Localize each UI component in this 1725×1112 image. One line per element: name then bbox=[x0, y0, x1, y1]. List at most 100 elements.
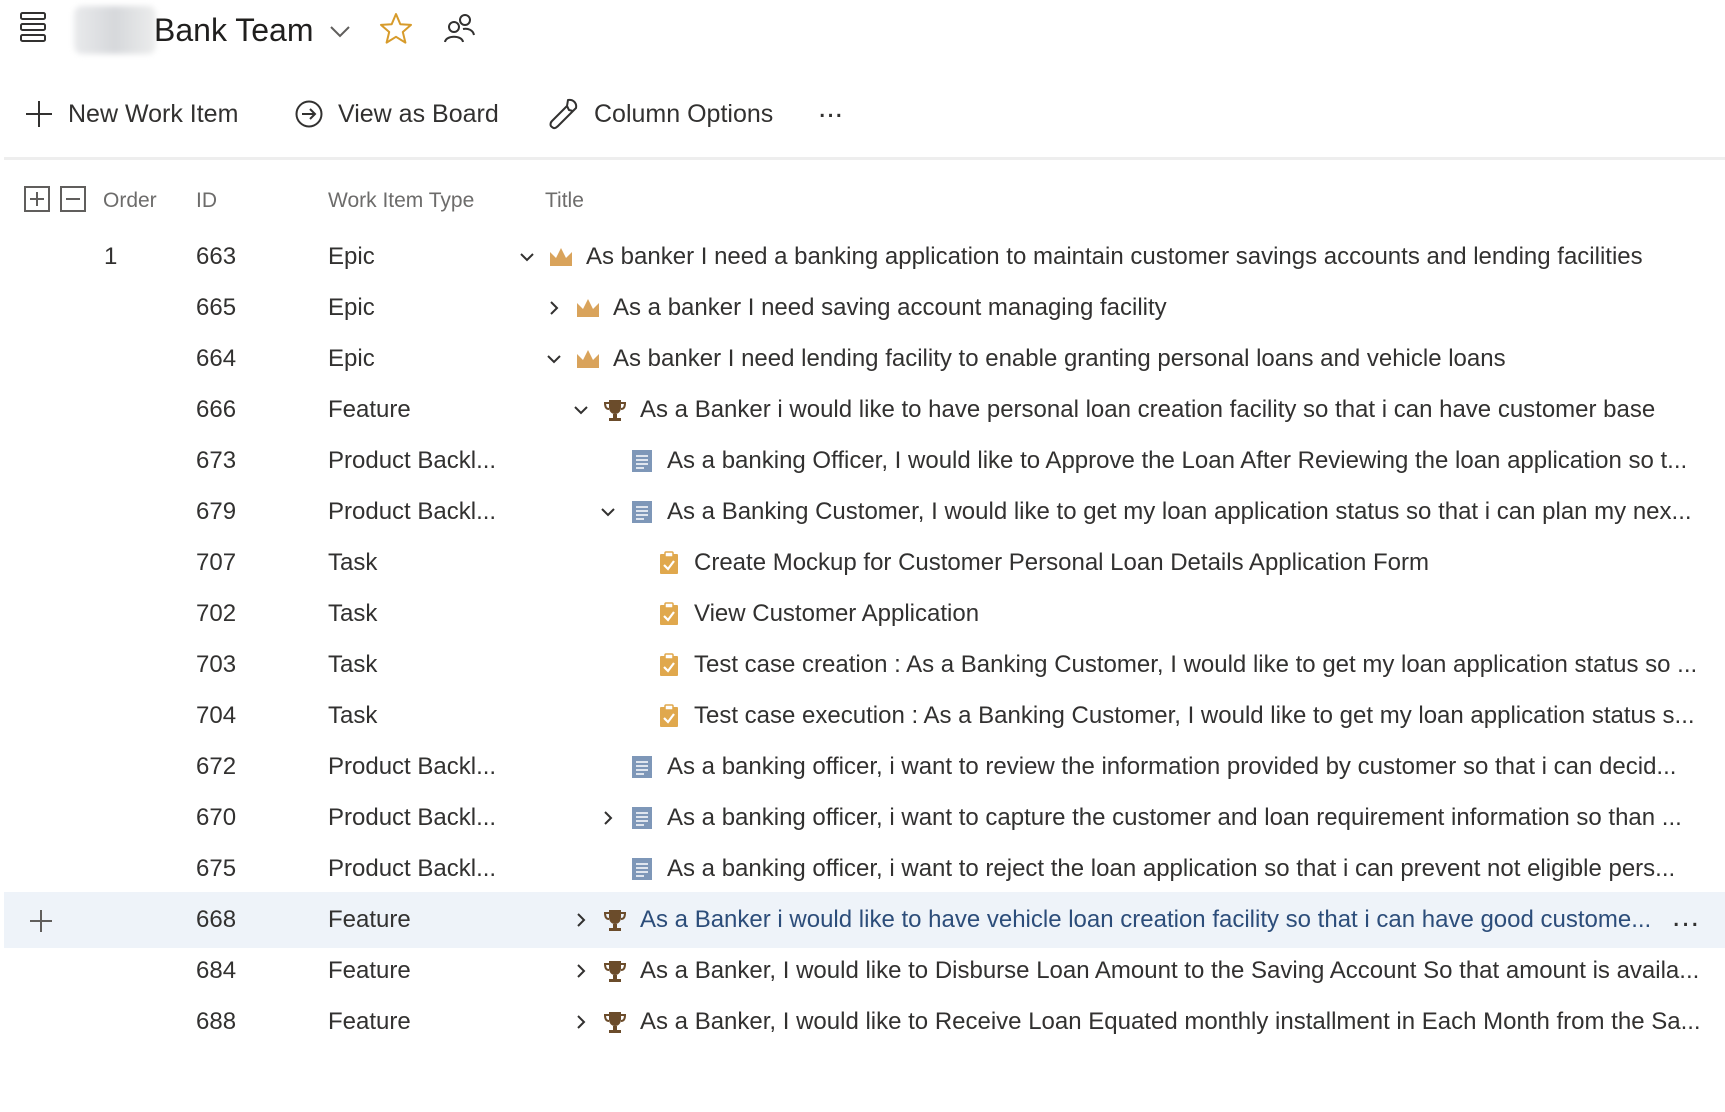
id-cell: 702 bbox=[196, 600, 237, 627]
table-row[interactable]: 666 Feature As a Banker i would like to ha… bbox=[4, 382, 1725, 438]
work-item-title[interactable]: As a Banker i would like to have vehicle… bbox=[640, 892, 1651, 948]
work-item-title[interactable]: As a banking officer, i want to reject t… bbox=[667, 841, 1675, 897]
work-item-title[interactable]: Test case creation : As a Banking Custom… bbox=[694, 637, 1697, 693]
more-actions-button[interactable]: ... bbox=[818, 82, 843, 134]
column-header-id[interactable]: ID bbox=[196, 184, 217, 218]
table-row[interactable]: 702 Task View Customer Application bbox=[4, 586, 1725, 642]
work-item-type-cell: Feature bbox=[328, 957, 411, 984]
pbi-icon bbox=[632, 450, 652, 472]
title-cell[interactable]: As banker I need a banking application t… bbox=[516, 229, 1704, 285]
title-cell[interactable]: As a banking officer, i want to review t… bbox=[597, 739, 1704, 795]
title-cell[interactable]: Test case creation : As a Banking Custom… bbox=[624, 637, 1704, 693]
table-row[interactable]: 664 Epic As banker I need lending facility… bbox=[4, 331, 1725, 387]
title-cell[interactable]: Create Mockup for Customer Personal Loan… bbox=[624, 535, 1704, 591]
row-more-button[interactable]: ... bbox=[1672, 892, 1700, 948]
title-cell[interactable]: View Customer Application bbox=[624, 586, 1704, 642]
add-child-icon[interactable] bbox=[28, 908, 54, 934]
table-row[interactable]: 684 Feature As a Banker, I would like to D… bbox=[4, 943, 1725, 999]
title-cell[interactable]: As banker I need lending facility to ena… bbox=[543, 331, 1704, 387]
expand-all-icon[interactable] bbox=[24, 186, 50, 212]
id-cell: 688 bbox=[196, 1008, 237, 1035]
hamburger-icon[interactable] bbox=[18, 10, 48, 46]
table-row[interactable]: 707 Task Create Mockup for Customer Person… bbox=[4, 535, 1725, 591]
chevron-down-icon[interactable] bbox=[597, 501, 619, 523]
chevron-right-icon[interactable] bbox=[570, 1011, 592, 1033]
pbi-icon bbox=[632, 858, 652, 880]
work-item-type-cell: Product Backl... bbox=[328, 498, 497, 525]
work-item-title[interactable]: Test case execution : As a Banking Custo… bbox=[694, 688, 1695, 744]
work-item-type-cell: Product Backl... bbox=[328, 447, 497, 474]
title-cell[interactable]: As a banker I need saving account managi… bbox=[543, 280, 1704, 336]
table-row[interactable]: 675 Product Backl... As a banking officer,… bbox=[4, 841, 1725, 897]
title-cell[interactable]: As a banking Officer, I would like to Ap… bbox=[597, 433, 1704, 489]
feature-icon bbox=[603, 961, 627, 982]
table-row[interactable]: 668 Feature As a Banker i would like to ha… bbox=[4, 892, 1725, 948]
title-cell[interactable]: As a Banking Customer, I would like to g… bbox=[597, 484, 1704, 540]
chevron-down-icon[interactable] bbox=[516, 246, 538, 268]
toolbar: New Work Item View as Board Column Optio… bbox=[0, 88, 1725, 140]
pbi-icon bbox=[632, 807, 652, 829]
task-icon bbox=[660, 653, 678, 676]
chevron-right-icon[interactable] bbox=[570, 909, 592, 931]
table-row[interactable]: 703 Task Test case creation : As a Banking… bbox=[4, 637, 1725, 693]
title-cell[interactable]: Test case execution : As a Banking Custo… bbox=[624, 688, 1704, 744]
title-cell[interactable]: As a Banker i would like to have persona… bbox=[570, 382, 1704, 438]
table-row[interactable]: 665 Epic As a banker I need saving account… bbox=[4, 280, 1725, 336]
table-row[interactable]: 679 Product Backl... As a Banking Customer… bbox=[4, 484, 1725, 540]
work-item-title[interactable]: As a Banker i would like to have persona… bbox=[640, 382, 1655, 438]
work-item-title[interactable]: View Customer Application bbox=[694, 586, 979, 642]
column-header-order[interactable]: Order bbox=[103, 184, 157, 218]
work-item-title[interactable]: As banker I need a banking application t… bbox=[586, 229, 1643, 285]
table-row[interactable]: 673 Product Backl... As a banking Officer,… bbox=[4, 433, 1725, 489]
table-row[interactable]: 1 663 Epic As banker I need a banking appli… bbox=[4, 229, 1725, 285]
people-icon[interactable] bbox=[441, 11, 477, 47]
work-item-type-cell: Task bbox=[328, 702, 378, 729]
work-item-title[interactable]: As a banking officer, i want to capture … bbox=[667, 790, 1682, 846]
epic-icon bbox=[577, 299, 599, 317]
work-item-title[interactable]: As a Banking Customer, I would like to g… bbox=[667, 484, 1692, 540]
view-as-board-button[interactable]: View as Board bbox=[294, 88, 499, 140]
id-cell: 679 bbox=[196, 498, 237, 525]
table-row[interactable]: 670 Product Backl... As a banking officer,… bbox=[4, 790, 1725, 846]
title-cell[interactable]: As a Banker, I would like to Disburse Lo… bbox=[570, 943, 1704, 999]
epic-icon bbox=[577, 350, 599, 368]
work-item-title[interactable]: As a Banker, I would like to Receive Loa… bbox=[640, 994, 1701, 1050]
pbi-icon bbox=[632, 756, 652, 778]
id-cell: 673 bbox=[196, 447, 237, 474]
work-item-type-cell: Feature bbox=[328, 906, 411, 933]
title-cell[interactable]: As a banking officer, i want to capture … bbox=[597, 790, 1704, 846]
column-header-title[interactable]: Title bbox=[545, 184, 584, 218]
work-item-title[interactable]: Create Mockup for Customer Personal Loan… bbox=[694, 535, 1429, 591]
work-item-title[interactable]: As a Banker, I would like to Disburse Lo… bbox=[640, 943, 1699, 999]
table-row[interactable]: 688 Feature As a Banker, I would like to R… bbox=[4, 994, 1725, 1050]
column-options-button[interactable]: Column Options bbox=[546, 88, 773, 140]
work-item-type-cell: Epic bbox=[328, 294, 375, 321]
work-item-title[interactable]: As a banking officer, i want to review t… bbox=[667, 739, 1676, 795]
title-cell[interactable]: As a Banker, I would like to Receive Loa… bbox=[570, 994, 1704, 1050]
order-cell: 1 bbox=[104, 243, 118, 270]
chevron-down-icon[interactable] bbox=[570, 399, 592, 421]
team-name[interactable]: Bank Team bbox=[154, 10, 314, 50]
toolbar-divider bbox=[4, 157, 1725, 160]
table-row[interactable]: 672 Product Backl... As a banking officer,… bbox=[4, 739, 1725, 795]
work-item-title[interactable]: As a banking Officer, I would like to Ap… bbox=[667, 433, 1687, 489]
table-row[interactable]: 704 Task Test case execution : As a Bankin… bbox=[4, 688, 1725, 744]
new-work-item-label: New Work Item bbox=[68, 99, 239, 128]
chevron-right-icon[interactable] bbox=[597, 807, 619, 829]
title-cell[interactable]: As a banking officer, i want to reject t… bbox=[597, 841, 1704, 897]
star-icon[interactable] bbox=[378, 11, 414, 47]
blurred-project-name bbox=[74, 6, 156, 54]
chevron-down-icon[interactable] bbox=[328, 19, 352, 43]
work-item-title[interactable]: As banker I need lending facility to ena… bbox=[613, 331, 1506, 387]
work-item-type-cell: Task bbox=[328, 600, 378, 627]
collapse-all-icon[interactable] bbox=[60, 186, 86, 212]
chevron-right-icon[interactable] bbox=[570, 960, 592, 982]
work-item-type-cell: Epic bbox=[328, 345, 375, 372]
new-work-item-button[interactable]: New Work Item bbox=[24, 88, 238, 140]
chevron-right-icon[interactable] bbox=[543, 297, 565, 319]
title-cell[interactable]: As a Banker i would like to have vehicle… bbox=[570, 892, 1654, 948]
task-icon bbox=[660, 602, 678, 625]
work-item-title[interactable]: As a banker I need saving account managi… bbox=[613, 280, 1167, 336]
chevron-down-icon[interactable] bbox=[543, 348, 565, 370]
column-header-type[interactable]: Work Item Type bbox=[328, 184, 474, 218]
